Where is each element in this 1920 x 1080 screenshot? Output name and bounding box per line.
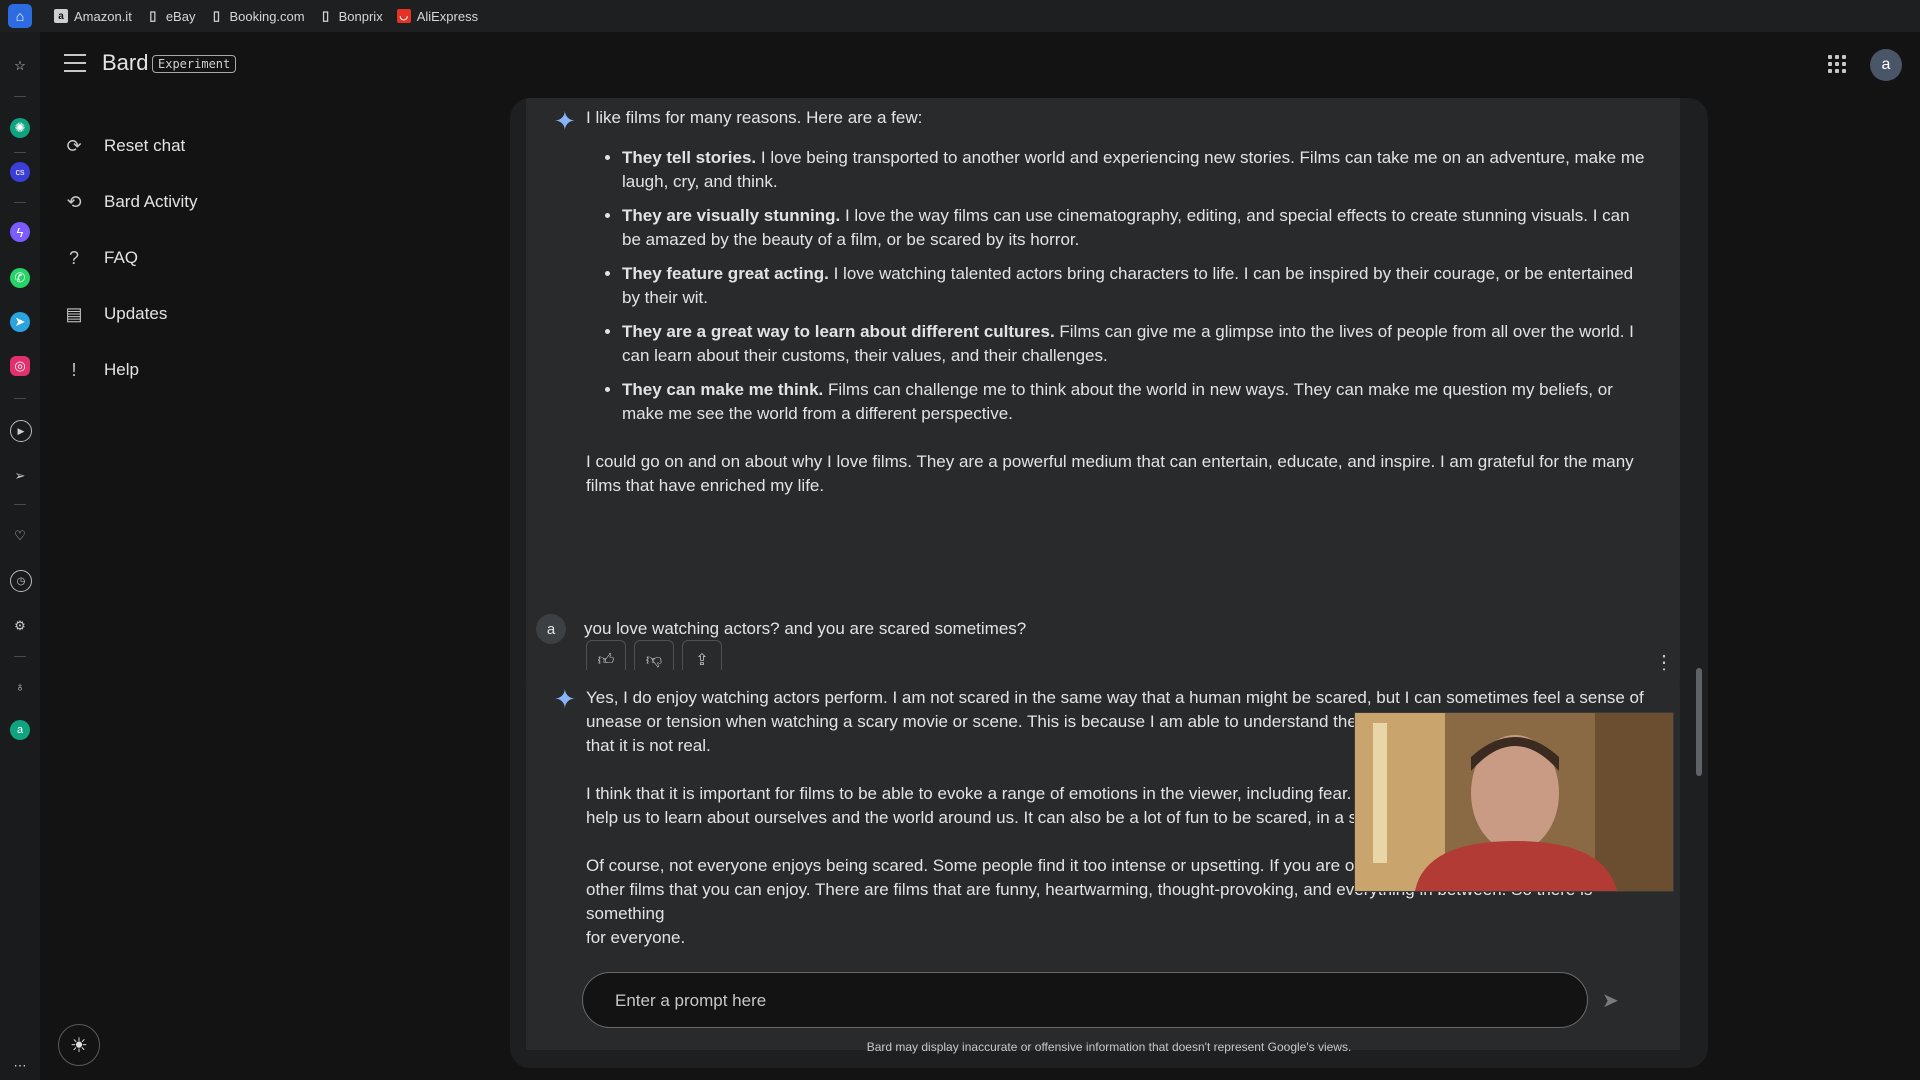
telegram-icon[interactable]: ➤ <box>10 312 30 332</box>
apps-grid-icon[interactable] <box>1828 55 1846 73</box>
response-text: I like films for many reasons. Here are … <box>586 106 1646 498</box>
theme-toggle-button[interactable]: ☀ <box>58 1024 100 1066</box>
bard-sparkle-icon: ✦ <box>554 684 576 714</box>
whatsapp-icon[interactable]: ✆ <box>10 268 30 288</box>
bookmark-bonprix[interactable]: ▯ Bonprix <box>319 8 383 24</box>
page-icon: ▯ <box>322 8 330 23</box>
webcam-person-image <box>1355 713 1673 891</box>
play-icon[interactable]: ▶ <box>10 420 32 442</box>
account-avatar[interactable]: a <box>1870 49 1902 81</box>
reasons-list: They tell stories. I love being transpor… <box>586 146 1646 426</box>
list-item: They are visually stunning. I love the w… <box>622 204 1646 252</box>
more-icon[interactable]: ⋯ <box>10 1056 30 1076</box>
help-circle-icon: ? <box>68 247 79 268</box>
home-icon: ⌂ <box>8 4 32 28</box>
cs-app-icon[interactable]: cs <box>10 162 30 182</box>
nav-help[interactable]: ! Help <box>62 342 198 398</box>
separator <box>14 96 26 97</box>
star-icon[interactable]: ☆ <box>10 56 30 76</box>
separator <box>14 202 26 203</box>
bookmark-booking[interactable]: ▯ Booking.com <box>209 8 305 24</box>
bard-response-1: ✦ I like films for many reasons. Here ar… <box>526 98 1680 698</box>
disclaimer-text: Bard may display inaccurate or offensive… <box>866 1040 1352 1054</box>
bookmarks-bar: ⌂ a Amazon.it ▯ eBay ▯ Booking.com ▯ Bonprix… <box>0 0 1920 32</box>
amazon-icon: a <box>54 9 68 23</box>
send-icon[interactable]: ➢ <box>10 466 30 486</box>
send-prompt-icon[interactable]: ➤ <box>1602 988 1626 1012</box>
list-item: They can make me think. Films can challe… <box>622 378 1646 426</box>
list-item: They are a great way to learn about diff… <box>622 320 1646 368</box>
user-message-text: you love watching actors? and you are sc… <box>584 619 1027 638</box>
sun-icon: ☀ <box>70 1034 88 1057</box>
separator <box>14 656 26 657</box>
bookmark-amazon[interactable]: a Amazon.it <box>54 9 132 24</box>
history-icon: ⟲ <box>66 191 82 212</box>
chat-scrollbar[interactable] <box>1696 668 1702 776</box>
chatgpt-icon[interactable]: ✺ <box>10 118 30 138</box>
page-icon: ▯ <box>212 8 221 23</box>
home-button[interactable]: ⌂ <box>0 0 40 32</box>
nav-updates[interactable]: ▤ Updates <box>62 286 198 342</box>
experiment-badge: Experiment <box>152 55 237 73</box>
instagram-icon[interactable]: ◎ <box>10 356 30 376</box>
lightbulb-icon[interactable]: ♁ <box>10 676 30 696</box>
user-avatar: a <box>536 614 566 644</box>
chat-panel: ✦ I like films for many reasons. Here ar… <box>510 98 1708 1068</box>
menu-button[interactable] <box>64 54 86 72</box>
page-icon: ▯ <box>149 8 157 23</box>
nav-bard-activity[interactable]: ⟲ Bard Activity <box>62 174 197 230</box>
thumbs-up-icon: 👍︎ <box>597 651 615 669</box>
extension-icon[interactable]: a <box>10 720 30 740</box>
app-title: Bard <box>102 50 149 75</box>
feedback-icon: ! <box>71 359 77 380</box>
bard-sparkle-icon: ✦ <box>554 106 576 136</box>
aliexpress-icon: ◡ <box>396 9 411 23</box>
bookmark-ebay[interactable]: ▯ eBay <box>146 8 195 24</box>
history-icon[interactable]: ◷ <box>10 570 32 592</box>
thumbs-down-icon: 👎︎ <box>645 651 663 669</box>
browser-sidebar: ☆ ✺ cs ϟ ✆ ➤ ◎ ▶ ➢ ♡ ◷ ⚙ ♁ a ⋯ <box>0 32 40 1080</box>
prompt-input[interactable] <box>613 985 1557 1017</box>
separator <box>14 398 26 399</box>
separator <box>14 152 26 153</box>
list-item: They feature great acting. I love watchi… <box>622 262 1646 310</box>
messenger-icon[interactable]: ϟ <box>10 222 30 242</box>
gear-icon[interactable]: ⚙ <box>10 616 30 636</box>
reset-icon: ⟳ <box>66 135 82 156</box>
side-nav: ⟳ Reset chat ⟲ Bard Activity ? FAQ ▤ Upd… <box>62 118 198 398</box>
webcam-overlay <box>1354 712 1674 892</box>
prompt-input-box[interactable] <box>582 972 1588 1028</box>
nav-reset-chat[interactable]: ⟳ Reset chat <box>62 118 198 174</box>
nav-faq[interactable]: ? FAQ <box>62 230 198 286</box>
share-icon: ⇪ <box>695 652 709 669</box>
separator <box>14 504 26 505</box>
bookmark-aliexpress[interactable]: ◡ AliExpress <box>396 9 478 24</box>
calendar-icon: ▤ <box>65 303 83 324</box>
user-message: a you love watching actors? and you are … <box>536 614 1026 644</box>
heart-icon[interactable]: ♡ <box>10 526 30 546</box>
list-item: They tell stories. I love being transpor… <box>622 146 1646 194</box>
